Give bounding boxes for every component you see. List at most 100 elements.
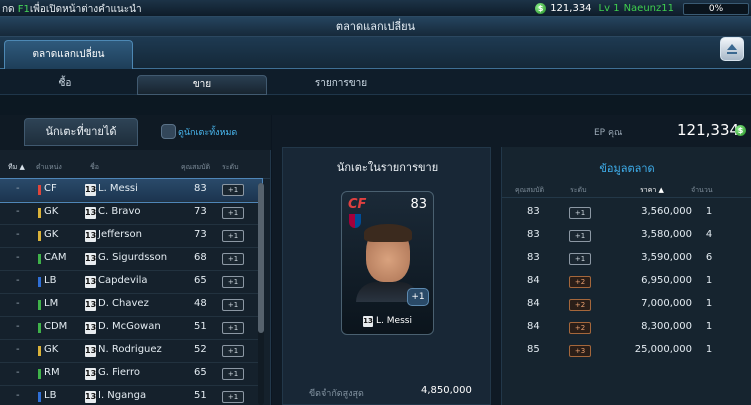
eject-button[interactable] (720, 37, 744, 61)
player-row[interactable]: - CF 13 L. Messi 83 +1 (0, 178, 263, 203)
market-list: 83 +1 3,560,000 1 83 +1 3,580,000 4 83 +1 3,590,00… (502, 202, 751, 363)
eject-icon-bar (727, 52, 737, 54)
market-row[interactable]: 83 +1 3,560,000 1 (502, 202, 751, 225)
market-row-count: 4 (705, 229, 713, 240)
right-area: EP คุณ 121,334 $ นักเตะในรายการขาย CF 83… (272, 115, 751, 405)
row-ovr: 65 (194, 367, 207, 378)
player-row[interactable]: - LM 13 D. Chavez 48 +1 (0, 294, 262, 317)
exp-progress-bar: 0% (683, 2, 749, 15)
position-color-bar (38, 208, 41, 218)
market-row-level-badge: +1 (569, 207, 591, 219)
market-info-panel: ข้อมูลตลาด คุณสมบัติ ระดับ ราคา ▲ จำนวน … (501, 147, 751, 405)
view-all-label: ดูนักเตะทั้งหมด (178, 127, 238, 138)
row-team: - (16, 183, 20, 194)
row-team: - (16, 298, 20, 309)
ep-coin-icon: $ (735, 125, 746, 136)
player-row[interactable]: - GK 13 C. Bravo 73 +1 (0, 202, 262, 225)
spacer (0, 95, 751, 115)
row-level-badge: +1 (222, 391, 244, 403)
max-price-value: 4,850,000 (421, 385, 472, 396)
col-level[interactable]: ระดับ (222, 162, 239, 173)
row-level-badge: +1 (222, 345, 244, 357)
row-position: CAM (44, 252, 67, 263)
player-row[interactable]: - RM 13 G. Fierro 65 +1 (0, 363, 262, 386)
player-row[interactable]: - GK 13 N. Rodriguez 52 +1 (0, 340, 262, 363)
market-row-price: 6,950,000 (641, 275, 692, 286)
main-tab-strip: ตลาดแลกเปลี่ยน (0, 37, 751, 70)
row-position: RM (44, 367, 60, 378)
market-panel-title: ข้อมูลตลาด (599, 162, 655, 175)
view-all-checkbox[interactable] (161, 124, 176, 139)
season-badge-icon: 13 (85, 368, 97, 380)
row-ovr: 48 (194, 298, 207, 309)
market-row[interactable]: 84 +2 8,300,000 1 (502, 317, 751, 340)
hint-prefix: กด (2, 4, 15, 15)
player-row[interactable]: - GK 13 Jefferson 73 +1 (0, 225, 262, 248)
row-level-badge: +1 (222, 207, 244, 219)
market-row-price: 3,560,000 (641, 206, 692, 217)
market-row[interactable]: 85 +3 25,000,000 1 (502, 340, 751, 363)
mcol-count[interactable]: จำนวน (691, 185, 713, 196)
season-badge-icon: 13 (85, 322, 97, 334)
row-team: - (16, 275, 20, 286)
player-row[interactable]: - LB 13 Capdevila 65 +1 (0, 271, 262, 294)
tab-sellable-players[interactable]: นักเตะที่ขายได้ (24, 118, 138, 146)
col-position[interactable]: ตำแหน่ง (36, 162, 62, 173)
position-color-bar (38, 392, 41, 402)
mcol-ovr[interactable]: คุณสมบัติ (515, 185, 544, 196)
account-info: $ 121,334 Lv 1 Naeunz11 0% (535, 2, 749, 15)
player-row[interactable]: - LB 13 I. Nganga 51 +1 (0, 386, 262, 405)
username: Naeunz11 (623, 3, 674, 14)
market-row[interactable]: 84 +2 6,950,000 1 (502, 271, 751, 294)
market-row-level-badge: +2 (569, 322, 591, 334)
season-badge-icon: 13 (85, 230, 97, 242)
row-ovr: 51 (194, 321, 207, 332)
top-balance: 121,334 (550, 3, 592, 14)
row-team: - (16, 321, 20, 332)
panel-header: นักเตะที่ขายได้ ดูนักเตะทั้งหมด (0, 115, 271, 150)
player-card[interactable]: CF 83 +1 13 L. Messi (341, 191, 434, 335)
col-ovr[interactable]: คุณสมบัติ (181, 162, 210, 173)
market-row-price: 7,000,000 (641, 298, 692, 309)
market-row-ovr: 83 (527, 252, 540, 263)
view-all-players-toggle[interactable]: ดูนักเตะทั้งหมด (161, 124, 237, 139)
sale-panel-title: นักเตะในรายการขาย (336, 161, 439, 174)
card-upgrade-badge: +1 (407, 288, 429, 306)
market-row-count: 6 (705, 252, 713, 263)
market-row-level-badge: +1 (569, 230, 591, 242)
market-row-count: 1 (705, 344, 713, 355)
player-row[interactable]: - CAM 13 G. Sigurdsson 68 +1 (0, 248, 262, 271)
col-name[interactable]: ชื่อ (90, 162, 99, 173)
market-row[interactable]: 83 +1 3,590,000 6 (502, 248, 751, 271)
row-ovr: 51 (194, 390, 207, 401)
col-team[interactable]: ทีม ▲ (8, 162, 25, 173)
market-row[interactable]: 84 +2 7,000,000 1 (502, 294, 751, 317)
scroll-thumb[interactable] (258, 183, 264, 333)
row-player-name: L. Messi (98, 183, 138, 194)
tab-buy[interactable]: ซื้อ (10, 75, 120, 95)
market-row-count: 1 (705, 275, 713, 286)
market-row-ovr: 83 (527, 229, 540, 240)
market-row[interactable]: 83 +1 3,580,000 4 (502, 225, 751, 248)
season-badge-icon: 13 (85, 184, 97, 196)
row-ovr: 65 (194, 275, 207, 286)
season-badge-icon: 13 (85, 299, 97, 311)
mcol-price[interactable]: ราคา ▲ (640, 185, 664, 196)
tab-sell[interactable]: ขาย (137, 75, 267, 95)
position-color-bar (38, 346, 41, 356)
player-list-scrollbar[interactable] (258, 183, 264, 405)
row-player-name: C. Bravo (98, 206, 141, 217)
mcol-level[interactable]: ระดับ (570, 185, 587, 196)
tab-transfer-market[interactable]: ตลาดแลกเปลี่ยน (4, 40, 133, 70)
season-badge-icon: 13 (85, 253, 97, 265)
row-player-name: G. Fierro (98, 367, 141, 378)
top-status-bar: กด F1เพื่อเปิดหน้าต่างคำแนะนำ $ 121,334 … (0, 0, 751, 17)
row-ovr: 52 (194, 344, 207, 355)
eject-icon (727, 44, 737, 50)
user-level: Lv 1 (598, 3, 620, 14)
market-row-count: 1 (705, 206, 713, 217)
row-player-name: I. Nganga (98, 390, 147, 401)
season-badge-icon: 13 (85, 276, 97, 288)
player-row[interactable]: - CDM 13 D. McGowan 51 +1 (0, 317, 262, 340)
tab-sale-list[interactable]: รายการขาย (286, 75, 396, 95)
